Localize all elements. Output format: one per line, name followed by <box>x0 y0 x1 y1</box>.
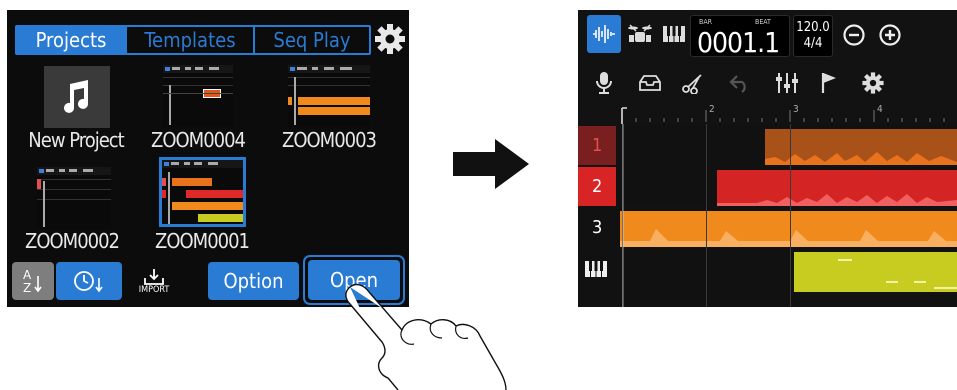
marker-flag-icon[interactable] <box>818 71 838 95</box>
project-name: ZOOM0002 <box>25 229 120 253</box>
waveform-view-button[interactable] <box>587 15 621 53</box>
waveform-icon <box>593 25 615 43</box>
tab-templates[interactable]: Templates <box>125 27 253 53</box>
project-thumbnail[interactable] <box>163 65 233 127</box>
position-counter[interactable]: BAR BEAT 0001.1 <box>690 15 790 59</box>
import-label: IMPORT <box>138 284 170 295</box>
waveform <box>765 152 957 165</box>
piano-keys-icon <box>663 26 685 42</box>
scissors-icon[interactable] <box>681 72 705 94</box>
midi-notes <box>838 259 957 289</box>
track-number[interactable]: 1 <box>578 126 616 165</box>
ruler-mark: 2 <box>709 104 715 115</box>
beat-label: BEAT <box>755 18 771 26</box>
piano-keys-icon <box>585 260 607 277</box>
music-note-icon <box>64 80 88 113</box>
svg-text:Z: Z <box>23 281 31 294</box>
drum-kit-icon <box>628 24 652 42</box>
ruler-mark: 3 <box>793 104 799 115</box>
sort-by-time-button[interactable] <box>56 262 122 300</box>
grid-line <box>790 124 791 307</box>
gear-icon[interactable] <box>373 22 407 56</box>
project-name: ZOOM0004 <box>151 128 246 152</box>
tab-projects[interactable]: Projects <box>17 27 125 53</box>
microphone-icon[interactable] <box>594 71 614 95</box>
project-browser-screen: Projects Templates Seq Play New Project <box>7 10 409 307</box>
tab-group: Projects Templates Seq Play <box>15 25 371 55</box>
svg-text:A: A <box>23 268 32 282</box>
timeline-ruler[interactable]: 2 3 4 <box>578 104 957 124</box>
tab-bar: Projects Templates Seq Play <box>7 10 409 60</box>
project-thumbnail[interactable] <box>37 167 111 229</box>
project-name: ZOOM0003 <box>282 128 377 152</box>
sort-alphabetical-button[interactable]: A Z <box>12 262 54 300</box>
bar-label: BAR <box>699 18 713 26</box>
playhead[interactable] <box>622 124 624 307</box>
audio-region[interactable] <box>765 129 957 165</box>
track-number[interactable]: 3 <box>578 208 616 247</box>
undo-icon[interactable] <box>728 73 752 93</box>
top-bar: BAR BEAT 0001.1 120.0 4/4 <box>578 10 957 62</box>
option-button[interactable]: Option <box>208 262 299 300</box>
import-button[interactable]: IMPORT <box>128 262 180 300</box>
track-4[interactable] <box>578 249 957 307</box>
tempo-display[interactable]: 120.0 4/4 <box>793 15 833 57</box>
ruler-ticks <box>621 107 945 124</box>
project-name: ZOOM0001 <box>155 229 250 253</box>
waveform <box>620 229 957 247</box>
track-instrument[interactable] <box>578 249 616 288</box>
midi-region[interactable] <box>794 252 957 292</box>
track-3[interactable]: 3 <box>578 208 957 247</box>
track-2[interactable]: 2 <box>578 167 957 206</box>
tab-seq-play[interactable]: Seq Play <box>253 27 369 53</box>
ruler-mark: 4 <box>877 104 883 115</box>
track-number[interactable]: 2 <box>578 167 616 206</box>
project-name: New Project <box>28 128 124 152</box>
sort-alpha-icon: A Z <box>23 268 42 294</box>
mixer-icon[interactable] <box>775 71 799 95</box>
new-project-thumbnail[interactable] <box>44 66 110 128</box>
tray-icon[interactable] <box>638 74 662 92</box>
arrow-right-icon <box>453 139 529 189</box>
drum-view-button[interactable] <box>623 15 657 53</box>
project-thumbnail[interactable] <box>288 65 370 127</box>
clock-icon <box>74 271 103 293</box>
gear-icon[interactable] <box>861 71 885 95</box>
pointing-hand-icon <box>345 283 507 390</box>
track-1[interactable]: 1 <box>578 126 957 165</box>
grid-line <box>706 124 707 307</box>
audio-region[interactable] <box>717 170 957 206</box>
tool-bar <box>578 66 957 100</box>
time-signature: 4/4 <box>803 36 823 51</box>
waveform <box>717 194 957 206</box>
zoom-in-icon[interactable] <box>878 23 902 47</box>
audio-region[interactable] <box>620 211 957 247</box>
project-thumbnail-selected[interactable] <box>159 157 246 227</box>
keyboard-view-button[interactable] <box>658 15 690 53</box>
zoom-out-icon[interactable] <box>842 23 866 47</box>
import-icon <box>144 268 164 285</box>
tempo-bpm: 120.0 <box>796 20 830 35</box>
position-value: 0001.1 <box>697 26 780 59</box>
recording-screen: BAR BEAT 0001.1 120.0 4/4 2 3 4 1 2 3 <box>578 10 957 307</box>
